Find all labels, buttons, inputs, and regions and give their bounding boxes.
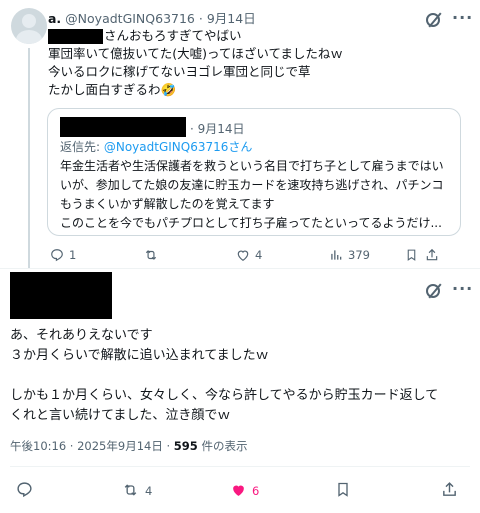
grok-icon[interactable] xyxy=(426,13,440,27)
like-icon xyxy=(233,485,244,496)
share-button[interactable] xyxy=(441,481,463,498)
share-button[interactable] xyxy=(425,248,444,262)
redacted-mention xyxy=(48,29,103,44)
quote-reply-to: 返信先: @NoyadtGINQ63716さん xyxy=(60,140,253,154)
repost-icon xyxy=(124,484,137,496)
reply-count: 1 xyxy=(69,248,77,262)
quote-date: · 9月14日 xyxy=(190,122,245,136)
like-icon xyxy=(237,250,249,261)
tweet-text: あ、それありえないです ３か月くらいで解散に追い込まれてましたｗ しかも１か月く… xyxy=(10,328,439,423)
quote-reply-handle[interactable]: @NoyadtGINQ63716さん xyxy=(104,140,253,154)
repost-icon xyxy=(145,250,157,260)
grok-icon[interactable] xyxy=(426,284,440,298)
tweet-date[interactable]: 9月14日 xyxy=(207,11,256,26)
reply-button[interactable] xyxy=(16,481,38,498)
views-button[interactable]: 379 xyxy=(329,248,370,262)
like-button[interactable]: 4 xyxy=(236,248,262,262)
divider xyxy=(10,466,470,467)
tweet-text: 軍団率いて億抜いてた(大嘘)ってほざいてましたねｗ 今いるロクに稼げてないヨゴレ… xyxy=(48,46,343,97)
divider xyxy=(0,268,480,269)
author-name[interactable]: a. xyxy=(48,11,61,26)
more-icon[interactable]: ··· xyxy=(452,279,473,298)
like-button[interactable]: 6 xyxy=(230,482,259,498)
repost-button[interactable]: 4 xyxy=(121,482,152,498)
quote-text: 年金生活者や生活保護者を救うという名目で打ち子として雇うまではい いが、参加して… xyxy=(60,159,444,230)
reply-icon xyxy=(51,249,63,262)
view-count: 379 xyxy=(348,248,370,262)
avatar[interactable] xyxy=(11,8,47,44)
redacted-quote-author xyxy=(60,117,186,137)
thread-line xyxy=(28,48,30,268)
bookmark-icon xyxy=(407,249,416,261)
like-count: 6 xyxy=(252,484,260,498)
share-icon xyxy=(426,248,438,261)
repost-button[interactable] xyxy=(143,248,164,262)
reply-icon xyxy=(17,482,32,498)
tweet-text-line1: さんおもろすぎてやばい xyxy=(104,28,242,43)
tweet-meta: 午後10:16 · 2025年9月14日 · 595 件の表示 xyxy=(10,439,248,453)
view-count: 595 xyxy=(173,439,198,453)
repost-count: 4 xyxy=(145,484,153,498)
reply-button[interactable]: 1 xyxy=(50,248,76,262)
views-icon xyxy=(331,250,342,260)
bookmark-icon xyxy=(338,482,348,497)
share-icon xyxy=(443,482,456,496)
bookmark-button[interactable] xyxy=(405,248,423,262)
tweet-header: a. @NoyadtGINQ63716 · 9月14日 xyxy=(48,11,256,26)
author-handle[interactable]: @NoyadtGINQ63716 xyxy=(65,11,195,26)
more-icon[interactable]: ··· xyxy=(452,8,473,27)
like-count: 4 xyxy=(255,248,263,262)
tweet-timestamp[interactable]: 午後10:16 · 2025年9月14日 · xyxy=(10,439,174,453)
bookmark-button[interactable] xyxy=(335,481,356,498)
redacted-author xyxy=(10,272,112,319)
